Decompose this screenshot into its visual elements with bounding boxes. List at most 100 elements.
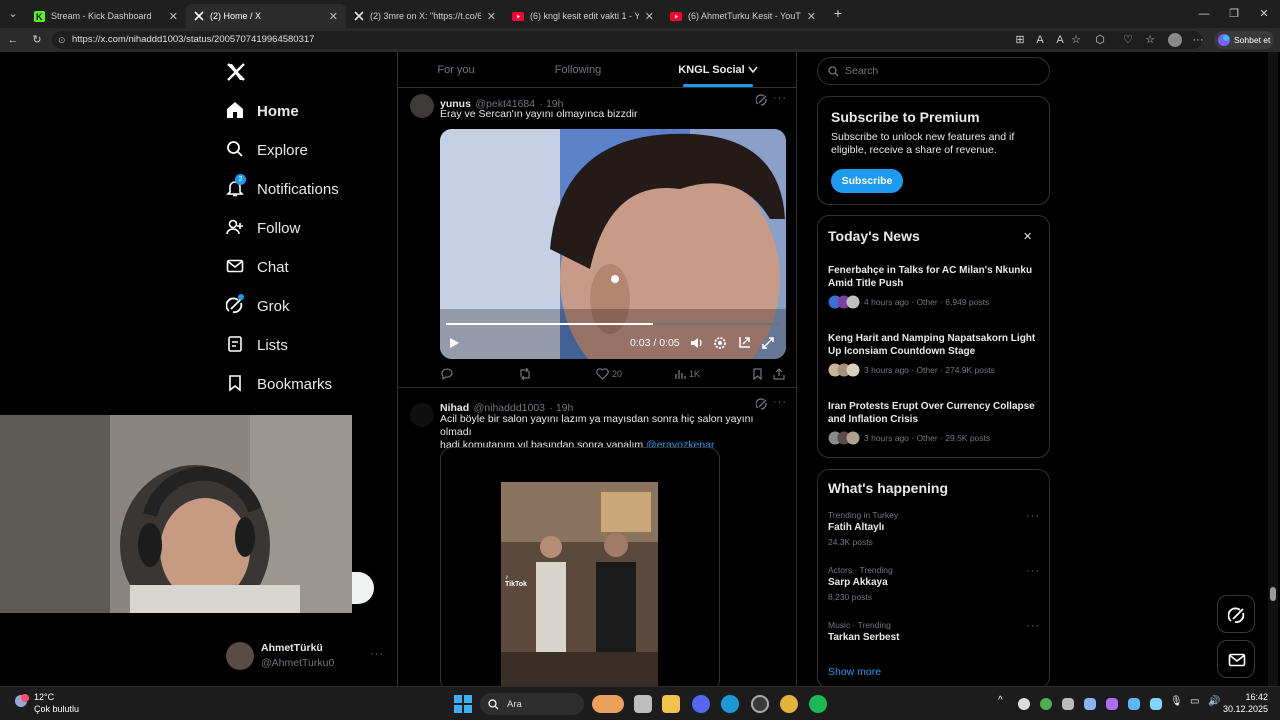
more-options-icon[interactable]: ··· bbox=[773, 92, 787, 104]
weather-icon[interactable] bbox=[12, 692, 32, 712]
account-menu-icon[interactable]: ··· bbox=[370, 648, 384, 660]
more-options-icon[interactable]: ··· bbox=[1026, 565, 1040, 577]
tab-kngl-social[interactable]: KNGL Social bbox=[678, 52, 758, 88]
trend-item[interactable]: Actors · Trending Sarp Akkaya 8,230 post… bbox=[828, 565, 1043, 602]
tray-icon[interactable] bbox=[1040, 698, 1052, 710]
spotify-icon[interactable] bbox=[809, 695, 827, 713]
chrome-icon[interactable] bbox=[780, 695, 798, 713]
task-view-icon[interactable] bbox=[634, 695, 652, 713]
close-tab-icon[interactable]: ✕ bbox=[487, 10, 496, 23]
avatar[interactable] bbox=[226, 642, 254, 670]
browser-tab-youtube-1[interactable]: (6) kngl kesit edit vakti 1 - YouTube ✕ bbox=[504, 4, 662, 28]
trend-item[interactable]: Music · Trending Tarkan Serbest ··· bbox=[828, 620, 1043, 643]
tray-icon[interactable] bbox=[1018, 698, 1030, 710]
close-tab-icon[interactable]: ✕ bbox=[645, 10, 654, 23]
avatar[interactable] bbox=[410, 94, 434, 118]
close-tab-icon[interactable]: ✕ bbox=[169, 10, 178, 23]
like-button[interactable]: 20 bbox=[596, 368, 622, 380]
trend-item[interactable]: Trending in Turkey Fatih Altaylı 24.3K p… bbox=[828, 510, 1043, 547]
profile-avatar[interactable] bbox=[1168, 33, 1182, 47]
clock-date[interactable]: 30.12.2025 bbox=[1218, 704, 1268, 714]
browser-essentials-icon[interactable]: ♡ bbox=[1120, 28, 1136, 52]
post-button-partial[interactable] bbox=[352, 572, 374, 604]
microphone-icon[interactable]: 🎙 bbox=[1170, 696, 1183, 707]
picture-in-picture-icon[interactable] bbox=[737, 336, 751, 350]
repost-icon[interactable] bbox=[518, 368, 532, 380]
close-tab-icon[interactable]: ✕ bbox=[329, 10, 338, 23]
video-progress-track[interactable] bbox=[446, 323, 780, 325]
copilot-button[interactable]: Sohbet et bbox=[1214, 31, 1274, 49]
tray-icon[interactable] bbox=[1128, 698, 1140, 710]
scrollbar-thumb[interactable] bbox=[1270, 587, 1276, 601]
search-input[interactable] bbox=[845, 65, 1035, 77]
page-scrollbar[interactable] bbox=[1268, 52, 1278, 686]
site-info-icon[interactable]: ⊙ bbox=[58, 31, 66, 49]
more-options-icon[interactable]: ··· bbox=[1026, 620, 1040, 632]
maximize-button[interactable]: ❐ bbox=[1224, 2, 1244, 26]
grok-explain-icon[interactable] bbox=[756, 94, 768, 106]
post[interactable]: yunus @pekt41684 · 19h ··· Eray ve Serca… bbox=[398, 88, 796, 388]
browser-tab-kick[interactable]: K Stream - Kick Dashboard ✕ bbox=[26, 4, 186, 28]
refresh-button[interactable]: ↻ bbox=[28, 28, 46, 52]
avatar[interactable] bbox=[410, 403, 434, 427]
views-button[interactable]: 1K bbox=[674, 368, 700, 380]
video-player[interactable]: ♪ TikTok bbox=[440, 447, 720, 686]
tab-for-you[interactable]: For you bbox=[418, 52, 494, 88]
tray-icon[interactable] bbox=[1106, 698, 1118, 710]
news-item[interactable]: Keng Harit and Namping Napatsakorn Light… bbox=[828, 332, 1043, 377]
address-bar[interactable]: ⊙ https://x.com/nihaddd1003/status/20057… bbox=[52, 31, 1202, 49]
close-icon[interactable]: ✕ bbox=[1023, 230, 1032, 243]
sidebar-item-explore[interactable]: Explore bbox=[226, 135, 308, 165]
sidebar-item-home[interactable]: Home bbox=[226, 96, 299, 126]
new-tab-button[interactable]: + bbox=[828, 2, 848, 24]
messages-float-button[interactable] bbox=[1217, 640, 1255, 678]
tray-icon[interactable] bbox=[1150, 698, 1162, 710]
show-more-link[interactable]: Show more bbox=[828, 666, 881, 678]
tab-list-button[interactable]: ⌄ bbox=[4, 2, 22, 26]
play-icon[interactable] bbox=[448, 337, 460, 349]
back-button[interactable]: ← bbox=[4, 28, 22, 52]
bookmark-icon[interactable] bbox=[752, 368, 763, 380]
fullscreen-icon[interactable] bbox=[761, 336, 775, 350]
subscribe-button[interactable]: Subscribe bbox=[831, 169, 903, 193]
browser-tab-youtube-2[interactable]: (6) AhmetTurku Kesit - YouTube ✕ bbox=[662, 4, 824, 28]
sidebar-item-bookmarks[interactable]: Bookmarks bbox=[226, 369, 332, 399]
close-window-button[interactable]: ✕ bbox=[1254, 2, 1274, 26]
favorite-star-icon[interactable]: ☆ bbox=[1068, 28, 1084, 52]
app-available-icon[interactable]: ⊞ bbox=[1012, 28, 1028, 52]
minimize-button[interactable]: — bbox=[1194, 2, 1214, 26]
read-aloud-icon[interactable]: A bbox=[1052, 28, 1068, 52]
grok-float-button[interactable] bbox=[1217, 595, 1255, 633]
weather-temp[interactable]: 12°C bbox=[34, 692, 54, 702]
sidebar-item-follow[interactable]: Follow bbox=[226, 213, 300, 243]
search-highlight-icon[interactable] bbox=[592, 695, 624, 713]
display-icon[interactable]: ▭ bbox=[1190, 696, 1199, 707]
reply-icon[interactable] bbox=[440, 368, 453, 380]
browser-tab-x-post[interactable]: (2) 3mre on X: "https://t.co/63FSsC ✕ bbox=[346, 4, 504, 28]
tab-following[interactable]: Following bbox=[538, 52, 618, 88]
news-item[interactable]: Fenerbahçe in Talks for AC Milan's Nkunk… bbox=[828, 264, 1043, 309]
sidebar-item-grok[interactable]: Grok bbox=[226, 291, 290, 321]
settings-more-icon[interactable]: ··· bbox=[1190, 28, 1206, 52]
obs-icon[interactable] bbox=[751, 695, 769, 713]
x-logo-icon[interactable] bbox=[226, 62, 248, 84]
extensions-icon[interactable]: ⬡ bbox=[1092, 28, 1108, 52]
more-options-icon[interactable]: ··· bbox=[773, 396, 787, 408]
grok-explain-icon[interactable] bbox=[756, 398, 768, 410]
tray-icon[interactable] bbox=[1062, 698, 1074, 710]
weather-desc[interactable]: Çok bulutlu bbox=[34, 704, 79, 714]
sidebar-item-lists[interactable]: Lists bbox=[226, 330, 288, 360]
collections-icon[interactable]: ☆ bbox=[1142, 28, 1158, 52]
more-options-icon[interactable]: ··· bbox=[1026, 510, 1040, 522]
discord-icon[interactable] bbox=[692, 695, 710, 713]
video-player[interactable]: 0:03 / 0:05 bbox=[440, 129, 786, 359]
post[interactable]: Nihad @nihaddd1003 · 19h ··· Acil böyle … bbox=[398, 389, 796, 686]
translate-icon[interactable]: A bbox=[1032, 28, 1048, 52]
search-bar[interactable] bbox=[817, 57, 1050, 85]
clock-time[interactable]: 16:42 bbox=[1228, 692, 1268, 702]
news-item[interactable]: Iran Protests Erupt Over Currency Collap… bbox=[828, 400, 1043, 445]
taskbar-search[interactable]: Ara bbox=[480, 693, 584, 715]
close-tab-icon[interactable]: ✕ bbox=[807, 10, 816, 23]
share-icon[interactable] bbox=[773, 368, 785, 380]
show-hidden-icons[interactable]: ^ bbox=[998, 695, 1003, 706]
